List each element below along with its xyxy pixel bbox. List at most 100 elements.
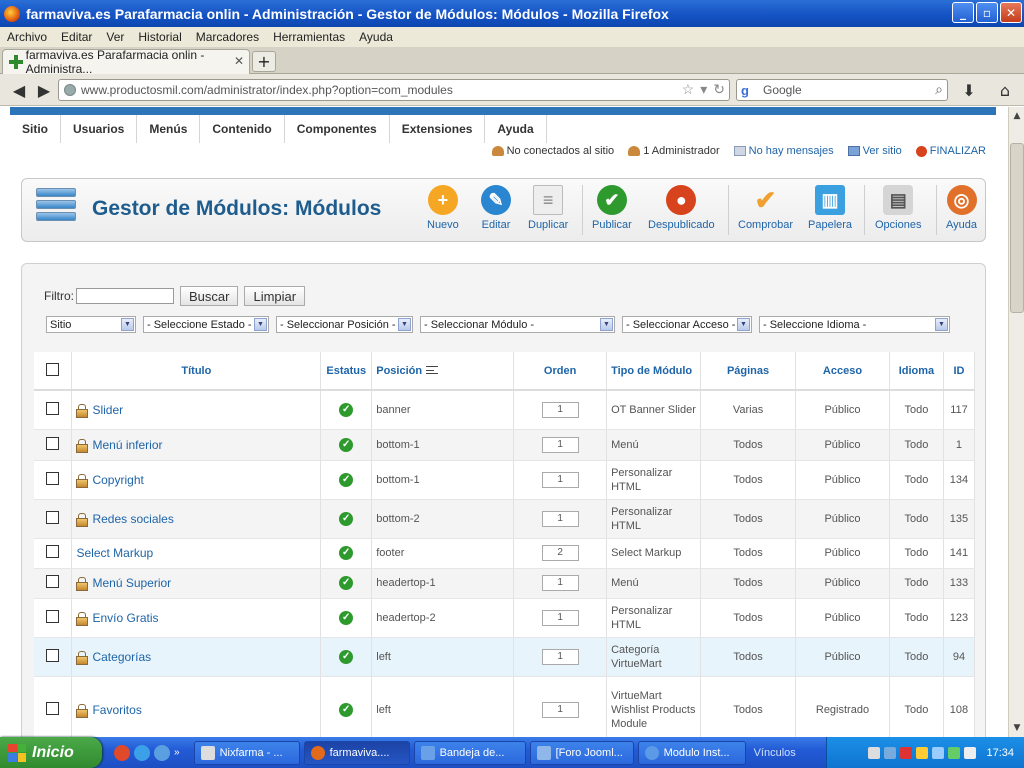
order-input[interactable]: 1: [541, 648, 579, 665]
reload-icon[interactable]: ↻: [713, 81, 725, 98]
toolbar-new-button[interactable]: + Nuevo: [427, 185, 459, 231]
published-check-icon[interactable]: ✓: [339, 576, 354, 590]
ie-icon-2[interactable]: [154, 744, 170, 761]
table-row[interactable]: Select Markup ✓ footer 2 Select Markup Todos P…: [34, 538, 976, 569]
select-all-checkbox[interactable]: [46, 362, 60, 376]
position-select[interactable]: - Seleccionar Posición - ▼: [276, 316, 413, 333]
task-foro-joomla[interactable]: [Foro Jooml...: [529, 740, 634, 765]
tray-icon[interactable]: [948, 746, 961, 759]
toolbar-help-button[interactable]: ◎ Ayuda: [946, 185, 977, 231]
published-check-icon[interactable]: ✓: [339, 472, 354, 487]
order-header[interactable]: Orden: [513, 352, 608, 391]
order-input[interactable]: 1: [541, 471, 579, 488]
admin-menu-menus[interactable]: Menús: [137, 115, 201, 143]
table-row[interactable]: Copyright ✓ bottom-1 1 Personalizar HTML Todo…: [34, 460, 976, 500]
menu-archivo[interactable]: Archivo: [0, 30, 54, 44]
clear-button[interactable]: Limpiar: [244, 286, 306, 306]
history-dropdown-icon[interactable]: ▾: [700, 81, 707, 98]
module-title-link[interactable]: Slider: [92, 403, 123, 417]
menu-historial[interactable]: Historial: [131, 30, 188, 44]
back-button[interactable]: ◀: [8, 79, 30, 101]
published-check-icon[interactable]: ✓: [339, 649, 354, 664]
downloads-icon[interactable]: ⬇: [958, 79, 980, 101]
toolbar-trash-button[interactable]: ▥ Papelera: [808, 185, 852, 231]
row-checkbox[interactable]: [46, 648, 60, 662]
toolbar-edit-button[interactable]: ✎ Editar: [481, 185, 511, 231]
state-select[interactable]: - Seleccione Estado - ▼: [143, 316, 269, 333]
language-select[interactable]: - Seleccione Idioma - ▼: [759, 316, 950, 333]
new-tab-button[interactable]: +: [252, 51, 276, 72]
admin-menu-ayuda[interactable]: Ayuda: [485, 115, 547, 143]
module-title-link[interactable]: Copyright: [92, 473, 143, 487]
admin-menu-sitio[interactable]: Sitio: [10, 115, 61, 143]
order-input[interactable]: 1: [541, 575, 579, 591]
admin-menu-usuarios[interactable]: Usuarios: [61, 115, 138, 143]
toolbar-publish-button[interactable]: ✔ Publicar: [592, 185, 632, 231]
row-checkbox[interactable]: [46, 545, 60, 558]
maximize-button[interactable]: ▫: [976, 2, 998, 23]
tray-icon[interactable]: [932, 746, 945, 759]
order-input[interactable]: 1: [541, 510, 579, 527]
volume-icon[interactable]: [964, 746, 977, 759]
bookmark-star-icon[interactable]: ☆: [682, 81, 695, 98]
task-bandeja[interactable]: Bandeja de...: [413, 740, 526, 765]
task-firefox[interactable]: farmaviva....: [303, 740, 410, 765]
table-row[interactable]: Favoritos ✓ left 1 VirtueMart Wishlist Produ…: [34, 676, 976, 737]
table-row[interactable]: Menú Superior ✓ headertop-1 1 Menú Todos Públi…: [34, 568, 976, 599]
search-icon[interactable]: ⌕: [935, 81, 943, 98]
module-title-link[interactable]: Envío Gratis: [92, 611, 158, 625]
tab-close-icon[interactable]: ✕: [234, 54, 244, 68]
module-title-link[interactable]: Redes sociales: [92, 512, 173, 526]
site-select[interactable]: Sitio ▼: [46, 316, 136, 333]
order-input[interactable]: 1: [541, 401, 579, 418]
id-header[interactable]: ID: [943, 352, 976, 391]
module-title-link[interactable]: Favoritos: [92, 703, 141, 717]
access-select[interactable]: - Seleccionar Acceso - ▼: [622, 316, 752, 333]
access-header[interactable]: Acceso: [795, 352, 890, 391]
type-header[interactable]: Tipo de Módulo: [606, 352, 702, 391]
language-header[interactable]: Idioma: [889, 352, 944, 391]
status-header[interactable]: Estatus: [320, 352, 373, 391]
scroll-down-icon[interactable]: ▼: [1010, 721, 1024, 735]
links-toolbar[interactable]: Vínculos: [754, 747, 796, 759]
menu-herramientas[interactable]: Herramientas: [266, 30, 352, 44]
row-checkbox[interactable]: [46, 609, 60, 623]
published-check-icon[interactable]: ✓: [339, 703, 354, 717]
admin-menu-componentes[interactable]: Componentes: [285, 115, 390, 143]
filter-search-input[interactable]: [76, 288, 174, 304]
table-row[interactable]: Menú inferior ✓ bottom-1 1 Menú Todos Público T…: [34, 429, 976, 461]
toolbar-duplicate-button[interactable]: ≡ Duplicar: [528, 185, 568, 231]
published-check-icon[interactable]: ✓: [339, 437, 354, 452]
tray-icon[interactable]: [884, 746, 897, 759]
scroll-thumb[interactable]: [1010, 143, 1024, 313]
tray-icon[interactable]: [916, 746, 929, 759]
row-checkbox[interactable]: [46, 575, 60, 588]
published-check-icon[interactable]: ✓: [339, 546, 354, 560]
row-checkbox[interactable]: [46, 702, 60, 715]
menu-ver[interactable]: Ver: [99, 30, 131, 44]
table-row[interactable]: Slider ✓ banner 1 OT Banner Slider Varias Públ…: [34, 390, 976, 430]
page-scrollbar[interactable]: ▲ ▼: [1008, 107, 1024, 737]
table-row[interactable]: Categorías ✓ left 1 Categoría VirtueMart Todo…: [34, 637, 976, 677]
title-header[interactable]: Título: [71, 352, 322, 391]
close-button[interactable]: ✕: [1000, 2, 1022, 23]
order-input[interactable]: 1: [541, 436, 579, 453]
menu-marcadores[interactable]: Marcadores: [189, 30, 266, 44]
menu-ayuda[interactable]: Ayuda: [352, 30, 400, 44]
table-row[interactable]: Envío Gratis ✓ headertop-2 1 Personalizar HT…: [34, 598, 976, 638]
view-site-link[interactable]: Ver sitio: [847, 145, 902, 157]
row-checkbox[interactable]: [46, 401, 60, 415]
row-checkbox[interactable]: [46, 510, 60, 524]
quick-launch-more-icon[interactable]: »: [174, 747, 180, 758]
ie-icon[interactable]: [134, 744, 150, 761]
toolbar-unpublish-button[interactable]: ● Despublicado: [648, 185, 715, 231]
module-title-link[interactable]: Select Markup: [76, 546, 153, 560]
position-header[interactable]: Posición: [371, 352, 515, 391]
browser-tab[interactable]: farmaviva.es Parafarmacia onlin - Admini…: [2, 48, 250, 76]
admin-menu-extensiones[interactable]: Extensiones: [390, 115, 486, 143]
chrome-icon[interactable]: [114, 744, 130, 761]
toolbar-checkin-button[interactable]: ✔ Comprobar: [738, 185, 793, 232]
module-title-link[interactable]: Menú inferior: [92, 438, 162, 452]
tray-icon[interactable]: [868, 746, 881, 759]
order-input[interactable]: 1: [541, 702, 579, 718]
